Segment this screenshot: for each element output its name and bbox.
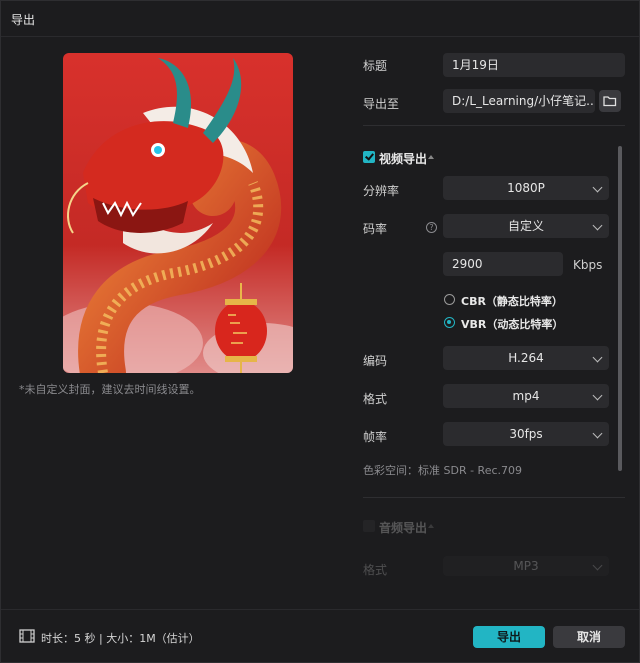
- collapse-caret-icon[interactable]: [428, 524, 434, 528]
- bitrate-number-input[interactable]: 2900: [443, 252, 563, 276]
- cbr-radio[interactable]: [444, 294, 455, 305]
- bitrate-select[interactable]: 自定义: [443, 214, 609, 238]
- cover-preview[interactable]: [63, 53, 293, 373]
- codec-select[interactable]: H.264: [443, 346, 609, 370]
- chevron-down-icon: [592, 352, 603, 363]
- chevron-down-icon: [592, 428, 603, 439]
- scrollbar[interactable]: [618, 146, 622, 471]
- format-label: 格式: [363, 392, 388, 406]
- audio-export-checkbox[interactable]: [363, 520, 375, 532]
- video-export-checkbox[interactable]: [363, 151, 375, 163]
- framerate-label: 帧率: [363, 430, 388, 444]
- bitrate-label: 码率: [363, 222, 388, 236]
- resolution-value: 1080P: [507, 181, 545, 195]
- codec-label: 编码: [363, 354, 388, 368]
- format-value: mp4: [512, 389, 540, 403]
- audio-format-value: MP3: [513, 559, 539, 573]
- framerate-select[interactable]: 30fps: [443, 422, 609, 446]
- export-path-label: 导出至: [363, 97, 400, 111]
- resolution-label: 分辨率: [363, 184, 400, 198]
- export-button[interactable]: 导出: [473, 626, 545, 648]
- divider: [363, 125, 625, 126]
- bitrate-unit: Kbps: [573, 258, 603, 272]
- framerate-value: 30fps: [509, 427, 543, 441]
- export-dialog: 导出 *未自定义封面，建议去时间线设置。 标题 1月19日 导出至 D:/L_L…: [0, 0, 640, 663]
- vbr-radio[interactable]: [444, 317, 455, 328]
- title-input[interactable]: 1月19日: [443, 53, 625, 77]
- divider: [363, 497, 625, 498]
- cancel-button[interactable]: 取消: [553, 626, 625, 648]
- film-icon: [19, 629, 35, 643]
- folder-icon: [603, 96, 617, 107]
- dialog-title: 导出: [11, 13, 36, 27]
- chevron-down-icon: [592, 560, 603, 571]
- audio-export-label: 音频导出: [379, 521, 428, 535]
- collapse-caret-icon[interactable]: [428, 155, 434, 159]
- audio-format-select[interactable]: MP3: [443, 556, 609, 576]
- bitrate-value: 自定义: [507, 219, 544, 233]
- audio-format-label: 格式: [363, 563, 388, 577]
- colorspace-text: 色彩空间：标准 SDR - Rec.709: [363, 464, 523, 477]
- resolution-select[interactable]: 1080P: [443, 176, 609, 200]
- cbr-label[interactable]: CBR（静态比特率）: [461, 293, 563, 309]
- dragon-illustration: [63, 53, 293, 373]
- codec-value: H.264: [508, 351, 544, 365]
- export-path-input[interactable]: D:/L_Learning/小仔笔记...: [443, 89, 595, 113]
- cover-hint: *未自定义封面，建议去时间线设置。: [19, 383, 201, 396]
- vbr-label[interactable]: VBR（动态比特率）: [461, 316, 563, 332]
- title-bar: 导出: [1, 1, 639, 37]
- format-select[interactable]: mp4: [443, 384, 609, 408]
- help-icon[interactable]: ?: [426, 222, 437, 233]
- browse-folder-button[interactable]: [599, 90, 621, 112]
- chevron-down-icon: [592, 390, 603, 401]
- title-label: 标题: [363, 59, 388, 73]
- duration-size-info: 时长：5 秒 | 大小：1M（估计）: [41, 632, 200, 645]
- chevron-down-icon: [592, 220, 603, 231]
- video-export-label: 视频导出: [379, 152, 428, 166]
- chevron-down-icon: [592, 182, 603, 193]
